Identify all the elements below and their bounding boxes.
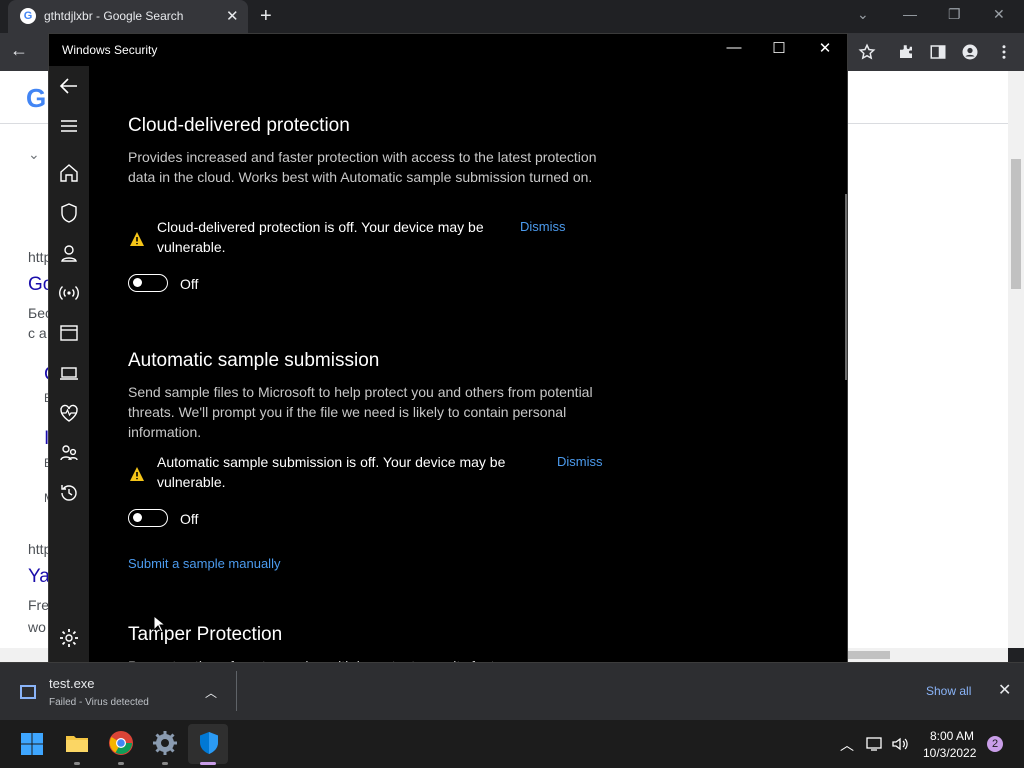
navigation-sidebar	[49, 66, 89, 666]
clock-date[interactable]: 10/3/2022	[923, 746, 976, 760]
windows-start-icon[interactable]	[20, 732, 44, 756]
browser-tab[interactable]: G gthtdjlxbr - Google Search ✕	[8, 0, 248, 33]
chevron-up-icon[interactable]: ︿	[840, 735, 854, 755]
back-arrow-icon[interactable]	[57, 74, 81, 98]
cloud-protection-toggle[interactable]	[128, 274, 168, 292]
dismiss-link[interactable]: Dismiss	[520, 219, 566, 234]
protection-history-icon[interactable]	[57, 481, 81, 505]
running-indicator	[118, 762, 124, 765]
close-browser-icon[interactable]: ✕	[993, 6, 1005, 23]
browser-tab-strip: G gthtdjlxbr - Google Search ✕ + ⌄ — ❐ ✕	[0, 0, 1024, 33]
notification-badge[interactable]: 2	[987, 736, 1003, 752]
windows-security-window: Windows Security — ☐ ✕ Cloud-delivered p…	[48, 33, 849, 666]
file-explorer-icon[interactable]	[64, 730, 90, 756]
running-indicator	[74, 762, 80, 765]
settings-gear-icon[interactable]	[57, 626, 81, 650]
divider	[236, 671, 237, 711]
new-tab-button[interactable]: +	[260, 5, 272, 28]
download-bar: test.exe Failed - Virus detected ︿ Show …	[0, 662, 1024, 720]
sample-submission-toggle[interactable]	[128, 509, 168, 527]
warning-icon	[130, 467, 144, 481]
clock-time[interactable]: 8:00 AM	[930, 729, 974, 743]
close-tab-icon[interactable]: ✕	[226, 7, 239, 25]
chrome-icon[interactable]	[108, 730, 134, 756]
section-description: Provides increased and faster protection…	[128, 149, 597, 185]
warning-message: Cloud-delivered protection is off. Your …	[157, 219, 484, 255]
result-title[interactable]: Ya	[28, 566, 50, 588]
close-download-bar-icon[interactable]: ✕	[998, 680, 1011, 700]
app-browser-control-icon[interactable]	[57, 321, 81, 345]
restore-icon[interactable]: ❐	[948, 6, 961, 23]
tab-search-icon[interactable]: ⌄	[857, 6, 869, 23]
desktop: G gthtdjlxbr - Google Search ✕ + ⌄ — ❐ ✕…	[0, 0, 1024, 768]
mouse-cursor-icon	[153, 615, 165, 633]
extensions-icon[interactable]	[897, 43, 915, 61]
back-button-icon[interactable]: ←	[10, 40, 28, 61]
volume-icon[interactable]	[891, 736, 909, 752]
minimize-icon[interactable]: —	[903, 6, 917, 22]
chevron-up-icon[interactable]: ︿	[205, 684, 217, 701]
page-vertical-scrollbar[interactable]	[1008, 71, 1024, 648]
hamburger-menu-icon[interactable]	[57, 114, 81, 138]
window-titlebar[interactable]: Windows Security — ☐ ✕	[49, 34, 849, 66]
section-title: Automatic sample submission	[128, 350, 380, 371]
network-wireless-icon[interactable]	[57, 281, 81, 305]
home-icon[interactable]	[57, 161, 81, 185]
warning-icon	[130, 232, 144, 246]
account-icon[interactable]	[57, 241, 81, 265]
result-snippet: c a	[28, 325, 47, 341]
toggle-state-label: Off	[180, 276, 199, 292]
download-status: Failed - Virus detected	[49, 697, 149, 708]
shield-icon[interactable]	[57, 201, 81, 225]
window-title: Windows Security	[62, 43, 158, 57]
dismiss-link[interactable]: Dismiss	[557, 454, 603, 469]
show-all-button[interactable]: Show all	[926, 684, 971, 698]
taskbar: ︿ 8:00 AM 10/3/2022	[0, 720, 1024, 768]
toggle-knob	[133, 278, 142, 287]
google-logo: G	[26, 83, 47, 113]
close-window-icon[interactable]: ✕	[814, 39, 836, 57]
section-title: Cloud-delivered protection	[128, 115, 350, 136]
tab-title: gthtdjlxbr - Google Search	[44, 9, 184, 23]
content-scrollbar[interactable]	[845, 194, 847, 380]
file-icon	[20, 685, 36, 699]
toggle-knob	[133, 513, 142, 522]
section-title: Tamper Protection	[128, 624, 283, 645]
windows-security-shield-icon[interactable]	[196, 730, 222, 756]
profile-avatar-icon[interactable]	[961, 43, 979, 61]
running-indicator	[162, 762, 168, 765]
section-description: Send sample files to Microsoft to help p…	[128, 384, 593, 440]
bookmark-star-icon[interactable]	[858, 43, 876, 61]
active-indicator	[200, 762, 216, 765]
side-panel-icon[interactable]	[929, 43, 947, 61]
device-security-laptop-icon[interactable]	[57, 361, 81, 385]
settings-content: Cloud-delivered protection Provides incr…	[89, 66, 849, 666]
device-performance-heart-icon[interactable]	[57, 401, 81, 425]
network-icon[interactable]	[866, 736, 884, 752]
settings-app-icon[interactable]	[152, 730, 178, 756]
family-options-icon[interactable]	[57, 441, 81, 465]
minimize-icon[interactable]: —	[723, 39, 745, 56]
toggle-state-label: Off	[180, 511, 199, 527]
warning-message: Automatic sample submission is off. Your…	[157, 454, 506, 490]
scrollbar-thumb[interactable]	[1011, 159, 1021, 289]
download-file-name[interactable]: test.exe	[49, 676, 95, 691]
submit-sample-link[interactable]: Submit a sample manually	[128, 556, 280, 571]
result-snippet: Fre	[28, 597, 49, 613]
more-menu-icon[interactable]	[995, 43, 1013, 61]
google-favicon-icon: G	[20, 8, 36, 24]
chevron-down-icon[interactable]: ⌄	[28, 146, 40, 163]
maximize-icon[interactable]: ☐	[768, 39, 790, 57]
result-snippet: wo	[28, 619, 46, 635]
